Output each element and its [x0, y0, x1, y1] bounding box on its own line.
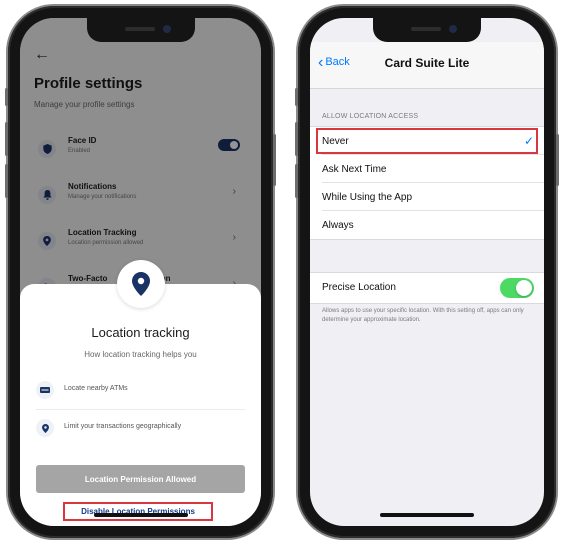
feature-label: Limit your transactions geographically [64, 423, 182, 430]
left-phone-frame: ← Profile settings Manage your profile s… [5, 6, 276, 538]
location-pin-icon [36, 419, 54, 437]
precise-location-switch[interactable] [500, 278, 534, 298]
sheet-subtitle: How location tracking helps you [84, 350, 197, 359]
notch [373, 18, 481, 42]
option-ask-next-time[interactable]: Ask Next Time [310, 155, 544, 183]
feature-item: Limit your transactions geographically [36, 414, 245, 442]
option-label: Ask Next Time [322, 164, 387, 175]
precise-location-row: Precise Location [310, 272, 544, 304]
location-tracking-sheet: Location tracking How location tracking … [20, 260, 261, 526]
precise-location-footnote: Allows apps to use your specific locatio… [322, 308, 524, 323]
left-screen: ← Profile settings Manage your profile s… [20, 18, 261, 526]
location-pin-badge [116, 260, 165, 308]
feature-item: Locate nearby ATMs [36, 376, 245, 404]
option-label: Always [322, 220, 354, 231]
feature-label: Locate nearby ATMs [64, 385, 128, 392]
home-indicator [380, 513, 474, 517]
sheet-title: Location tracking [91, 325, 190, 340]
precise-location-label: Precise Location [322, 282, 396, 293]
disable-location-permissions-button[interactable]: Disable Location Permissions [63, 502, 213, 521]
option-always[interactable]: Always [310, 211, 544, 239]
option-never[interactable]: Never ✓ [310, 127, 544, 155]
option-label: While Using the App [322, 192, 413, 203]
nav-title: Card Suite Lite [384, 56, 470, 70]
location-pin-icon [131, 272, 150, 296]
right-screen: ‹ Back Card Suite Lite ALLOW LOCATION AC… [310, 18, 544, 526]
option-while-using-the-app[interactable]: While Using the App [310, 183, 544, 211]
navigation-bar: ‹ Back Card Suite Lite [310, 42, 544, 89]
divider [36, 409, 245, 410]
highlight-box [316, 128, 538, 154]
location-permission-allowed-button[interactable]: Location Permission Allowed [36, 465, 245, 493]
home-indicator [93, 513, 188, 517]
location-access-list: Never ✓ Ask Next Time While Using the Ap… [310, 126, 544, 240]
notch [86, 18, 195, 42]
atm-icon [36, 381, 54, 399]
right-phone-frame: ‹ Back Card Suite Lite ALLOW LOCATION AC… [295, 6, 559, 538]
section-header: ALLOW LOCATION ACCESS [322, 113, 419, 120]
